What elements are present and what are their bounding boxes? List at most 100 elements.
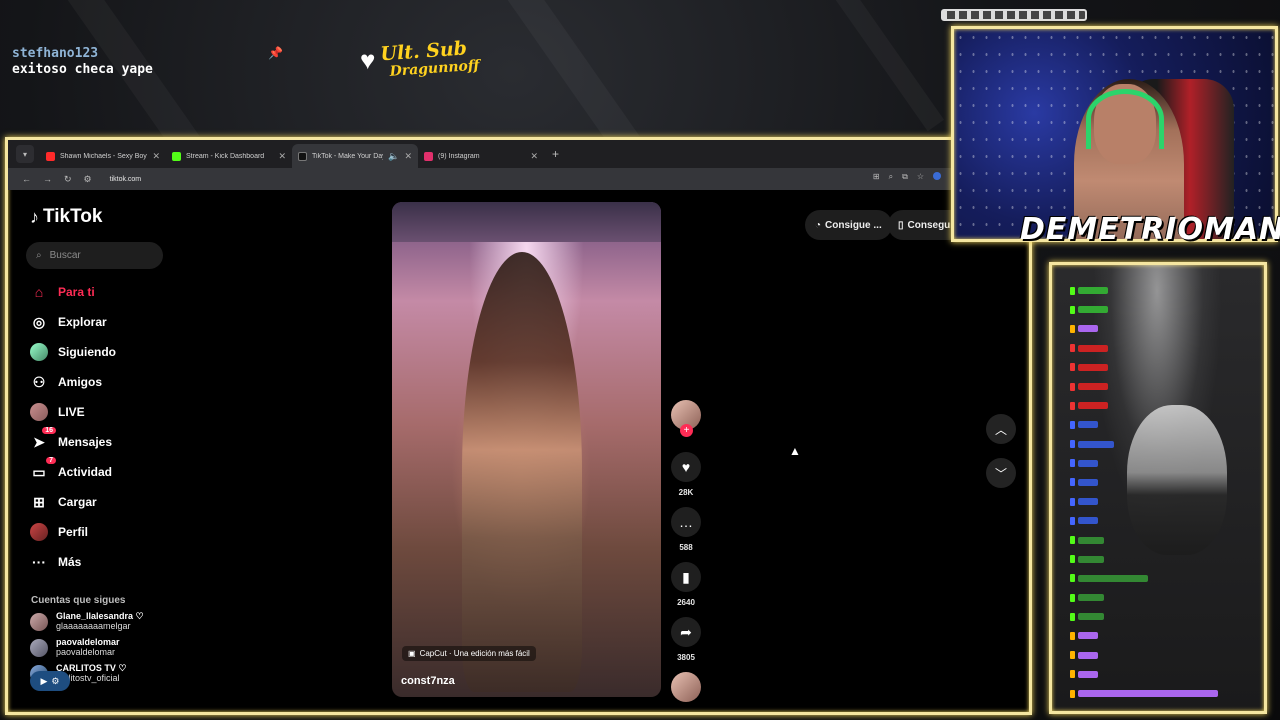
chat-name [1078,287,1108,295]
following-title: Cuentas que sigues [31,595,126,606]
nav-actividad[interactable]: ▭ 7 Actividad [26,457,166,487]
pin-icon: 📌 [268,46,283,60]
nav-cargar[interactable]: ⊞ Cargar [26,487,166,517]
chat-row [1070,454,1218,473]
chat-badge [1070,305,1075,314]
chat-badge [1070,459,1075,468]
share-icon: ➦ [680,623,692,640]
chat-name [1078,632,1098,640]
chat-name [1078,344,1108,352]
following-avatar-icon [30,343,48,361]
chat-badge [1070,440,1075,449]
nav-mas[interactable]: ··· Más [26,547,166,577]
next-video-button[interactable]: ﹀ [986,458,1016,488]
video-player[interactable]: ▣ CapCut · Una edición más fácil const7n… [392,202,661,697]
chat-name [1078,536,1104,544]
webcam-view [951,26,1278,242]
chat-row [1070,588,1218,607]
chat-name [1078,459,1098,467]
close-tab-icon[interactable]: ✕ [404,151,412,162]
chat-badge [1070,401,1075,410]
close-tab-icon[interactable]: ✕ [530,151,538,162]
install-icon[interactable]: ⧉ [902,172,908,182]
tiktok-logo[interactable]: ♪ TikTok [30,206,166,228]
tab-tiktok[interactable]: TikTok - Make Your Day 🔈 ✕ [292,144,418,168]
play-icon: ▶ [40,675,48,686]
account-name: Glane_llalesandra ♡ [56,611,144,621]
nav-live[interactable]: LIVE [26,397,166,427]
search-input[interactable]: ⌕ Buscar [26,242,163,269]
capcut-icon: ▣ [408,649,416,658]
back-icon[interactable]: ← [22,174,31,184]
chat-badge [1070,497,1075,506]
chat-badge [1070,286,1075,295]
chat-name [1078,690,1218,698]
nav-label: Más [58,555,82,569]
nav-perfil[interactable]: Perfil [26,517,166,547]
home-icon: ⌂ [34,284,44,300]
heart-icon: ♥ [360,44,376,75]
nav-explorar[interactable]: ◎ Explorar [26,307,166,337]
tab-instagram[interactable]: (9) Instagram ✕ [418,144,544,168]
tab-youtube[interactable]: Shawn Michaels - Sexy Boy (C... ✕ [40,144,166,168]
close-tab-icon[interactable]: ✕ [278,151,286,162]
music-disc[interactable] [671,672,701,702]
profile-icon[interactable] [933,172,941,180]
share-button[interactable]: ➦ [671,617,701,647]
translate-icon[interactable]: ⊞ [873,172,880,182]
chevron-up-icon: ︿ [994,422,1007,437]
avatar [30,638,48,657]
chat-badge [1070,536,1075,545]
following-account[interactable]: paovaldelomar paovaldelomar [26,637,166,658]
chat-row [1070,646,1218,665]
chat-badge [1070,516,1075,525]
video-author[interactable]: const7nza [401,675,455,687]
new-tab-button[interactable]: + [552,147,559,161]
get-app-button[interactable]: ◔ Consigue ... [805,210,892,240]
comment-button[interactable]: … [671,507,701,537]
save-button[interactable]: ▮ [671,562,701,592]
chat-row [1070,684,1218,703]
youtube-icon [46,151,55,161]
nav-para-ti[interactable]: ⌂ Para ti [26,277,166,307]
live-avatar-icon [30,403,48,421]
address-bar[interactable]: tiktok.com [110,176,142,183]
avatar [30,612,48,631]
chat-row [1070,396,1218,415]
reload-icon[interactable]: ↻ [64,174,72,185]
nav-siguiendo[interactable]: Siguiendo [26,337,166,367]
chat-name [1078,613,1104,621]
close-tab-icon[interactable]: ✕ [152,151,160,162]
creator-avatar[interactable]: + [671,400,701,437]
chat-badge [1070,593,1075,602]
like-button[interactable]: ♥ [671,452,701,482]
headset-icon [1086,89,1164,149]
nav-mensajes[interactable]: ➤ 16 Mensajes [26,427,166,457]
chat-row [1070,339,1218,358]
more-icon: ··· [32,554,46,570]
tab-kick[interactable]: Stream - Kick Dashboard ✕ [166,144,292,168]
capcut-tag[interactable]: ▣ CapCut · Una edición más fácil [402,646,536,661]
speaker-icon[interactable]: 🔈 [388,151,399,162]
chat-row [1070,377,1218,396]
tab-search-button[interactable]: ▾ [16,145,34,163]
chat-name [1078,555,1104,563]
following-account[interactable]: Glane_llalesandra ♡ glaaaaaaaamelgar [26,611,166,632]
heart-icon: ♥ [681,459,691,475]
zoom-icon[interactable]: ⌕ [889,172,893,182]
site-info-icon[interactable]: ⚙ [84,174,92,185]
comment-icon: … [679,514,693,530]
previous-video-button[interactable]: ︿ [986,414,1016,444]
forward-icon[interactable]: → [43,174,52,184]
follow-plus-icon[interactable]: + [680,424,693,437]
chat-row [1070,492,1218,511]
webcam-frame-ornament [941,9,1087,21]
chat-badge [1070,555,1075,564]
nav-amigos[interactable]: ⚇ Amigos [26,367,166,397]
nav-label: Siguiendo [58,345,116,359]
extension-pill[interactable]: ▶ ⚙ [30,671,70,691]
chat-name [1078,440,1114,448]
chat-badge [1070,344,1075,353]
bookmark-star-icon[interactable]: ☆ [917,172,924,182]
chat-name [1078,574,1148,582]
